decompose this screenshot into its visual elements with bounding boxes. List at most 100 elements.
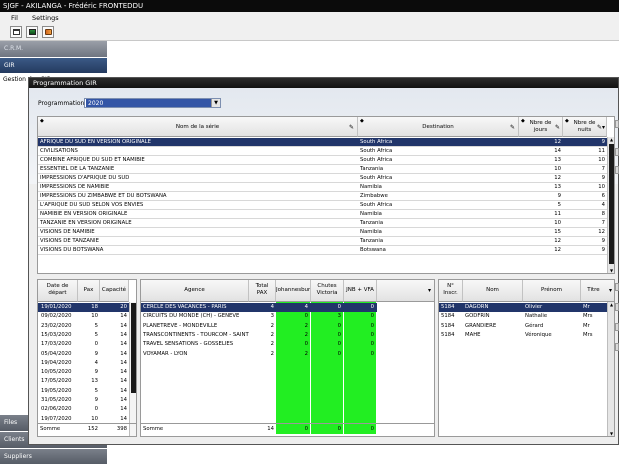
scrollbar-thumb[interactable] xyxy=(609,144,614,264)
table-cell: PLANETREVE - MONDEVILLE xyxy=(143,322,218,329)
agencies-header-jnb-vfa[interactable]: JNB + VFA xyxy=(344,280,377,302)
filter-icon[interactable]: ✎ xyxy=(349,124,354,131)
window-title: Programmation GIR xyxy=(29,78,618,88)
table-cell: GODFRIN xyxy=(465,313,490,320)
side-button[interactable] xyxy=(615,343,619,351)
menu-settings[interactable]: Settings xyxy=(32,12,59,24)
table-cell: Nathalie xyxy=(525,313,548,320)
table-cell: 20 xyxy=(120,304,127,310)
chevron-down-icon[interactable]: ▼ xyxy=(211,99,220,107)
side-button[interactable] xyxy=(615,166,619,174)
filter-icon[interactable]: ✎ xyxy=(555,124,560,131)
agencies-total-victoria-falls: 0 xyxy=(337,426,341,432)
table-cell: 10 xyxy=(554,166,561,172)
departures-header-capacity[interactable]: Capacité xyxy=(100,280,129,302)
filter-icon[interactable]: ✎ xyxy=(510,124,515,131)
table-cell: Zimbabwe xyxy=(360,193,388,199)
scrollbar-thumb[interactable] xyxy=(131,303,136,393)
table-cell: 09/02/2020 xyxy=(41,313,72,320)
table-cell: South Africa xyxy=(360,148,393,154)
sidebar-item-suppliers[interactable]: Suppliers xyxy=(0,449,107,464)
table-cell: 14 xyxy=(120,322,127,329)
table-cell: Tanzania xyxy=(360,166,384,172)
passengers-header-number[interactable]: N° Inscr. xyxy=(439,280,463,302)
series-header-days[interactable]: ◆ Nbre de jours ✎ xyxy=(519,117,563,137)
agencies-header-victoria-falls[interactable]: Chutes Victoria xyxy=(311,280,344,302)
scroll-up-icon[interactable]: ▲ xyxy=(608,302,614,308)
passengers-scrollbar[interactable]: ▲ ▼ xyxy=(607,302,614,436)
table-cell: 5184 xyxy=(441,331,455,338)
toolbar-window-button[interactable] xyxy=(10,26,22,38)
table-cell: 10 xyxy=(598,184,605,190)
side-button[interactable] xyxy=(615,323,619,331)
agencies-total-label: Somme xyxy=(143,426,164,432)
table-cell: Namibia xyxy=(360,184,382,190)
table-cell: 14 xyxy=(120,387,127,394)
expand-icon[interactable]: ▾ xyxy=(428,287,431,294)
table-cell: VOYAMAR - LYON xyxy=(143,350,188,357)
series-header-nights[interactable]: ◆ Nbre de nuits ✎▾ xyxy=(563,117,607,137)
passengers-header-title[interactable]: Titre ▾ xyxy=(581,280,614,302)
toolbar-picture-button[interactable] xyxy=(26,26,38,38)
table-cell: 0 xyxy=(94,406,98,413)
passengers-header-firstname[interactable]: Prénom xyxy=(523,280,581,302)
side-button[interactable] xyxy=(615,303,619,311)
expand-icon[interactable]: ✎▾ xyxy=(597,124,605,131)
series-header-name[interactable]: ◆ Nom de la série ✎ xyxy=(38,117,358,137)
table-cell: Mrs xyxy=(583,313,593,320)
table-cell: 3 xyxy=(270,313,274,320)
agencies-header-extra[interactable]: ▾ xyxy=(377,280,434,302)
scroll-down-icon[interactable]: ▼ xyxy=(608,431,614,436)
table-cell: 3 xyxy=(337,313,341,320)
table-cell: 19/04/2020 xyxy=(41,359,72,366)
agencies-total-johannesburg: 0 xyxy=(304,426,308,432)
programmation-label: Programmation xyxy=(38,100,85,107)
table-cell: Tanzania xyxy=(360,238,384,244)
scroll-down-icon[interactable]: ▼ xyxy=(608,268,614,273)
side-button[interactable] xyxy=(615,148,619,156)
table-cell: IMPRESSIONS DU ZIMBABWE ET DU BOTSWANA xyxy=(40,193,167,199)
sidebar-item-crm[interactable]: C.R.M. xyxy=(0,41,107,57)
programmation-select[interactable]: 2020 ▼ xyxy=(84,98,221,108)
expand-icon[interactable]: ▾ xyxy=(609,287,612,294)
table-cell: 10 xyxy=(91,313,98,320)
agencies-header-johannesburg[interactable]: Johannesburg xyxy=(276,280,311,302)
table-cell: 2 xyxy=(304,350,308,357)
table-cell: 0 xyxy=(370,341,374,348)
table-cell: 4 xyxy=(304,304,308,310)
series-scrollbar[interactable]: ▲ ▼ xyxy=(607,137,614,273)
side-button[interactable] xyxy=(615,283,619,291)
departures-header-date[interactable]: Date de départ xyxy=(38,280,78,302)
table-cell: South Africa xyxy=(360,202,393,208)
toolbar-tools-icon xyxy=(45,29,52,35)
menu-fil[interactable]: Fil xyxy=(11,12,18,24)
sidebar-item-gir[interactable]: GIR xyxy=(0,58,107,73)
departures-header-pax[interactable]: Pax xyxy=(78,280,100,302)
agencies-header-agency[interactable]: Agence xyxy=(141,280,249,302)
table-cell: IMPRESSIONS DE NAMIBIE xyxy=(40,184,110,190)
series-header-destination[interactable]: ◆ Destination ✎ xyxy=(358,117,519,137)
agencies-header-total-pax[interactable]: Total PAX xyxy=(249,280,276,302)
table-cell: 8 xyxy=(601,211,605,217)
departures-scrollbar[interactable] xyxy=(129,302,136,436)
table-cell: 23/02/2020 xyxy=(41,322,72,329)
table-cell: 9 xyxy=(601,139,605,145)
toolbar-window-icon xyxy=(13,29,20,35)
table-cell: ESSENTIEL DE LA TANZANIE xyxy=(40,166,115,172)
app-title-bar: SJGF - AKILANGA - Frédéric FRONTEDDU xyxy=(0,0,619,12)
table-cell: 5184 xyxy=(441,313,455,320)
table-cell: 0 xyxy=(370,331,374,338)
scroll-up-icon[interactable]: ▲ xyxy=(608,137,614,143)
table-cell: 0 xyxy=(304,313,308,320)
side-button[interactable] xyxy=(615,120,619,128)
table-cell: 14 xyxy=(120,341,127,348)
table-cell: 0 xyxy=(337,341,341,348)
toolbar-tools-button[interactable] xyxy=(42,26,54,38)
table-cell: DAGORN xyxy=(465,304,489,310)
table-cell: 11 xyxy=(598,148,605,154)
table-cell: South Africa xyxy=(360,139,393,145)
table-cell: CIVILISATIONS xyxy=(40,148,78,154)
passengers-header-name[interactable]: Nom xyxy=(463,280,523,302)
table-cell: Mr xyxy=(583,322,590,329)
table-cell: 13 xyxy=(554,184,561,190)
